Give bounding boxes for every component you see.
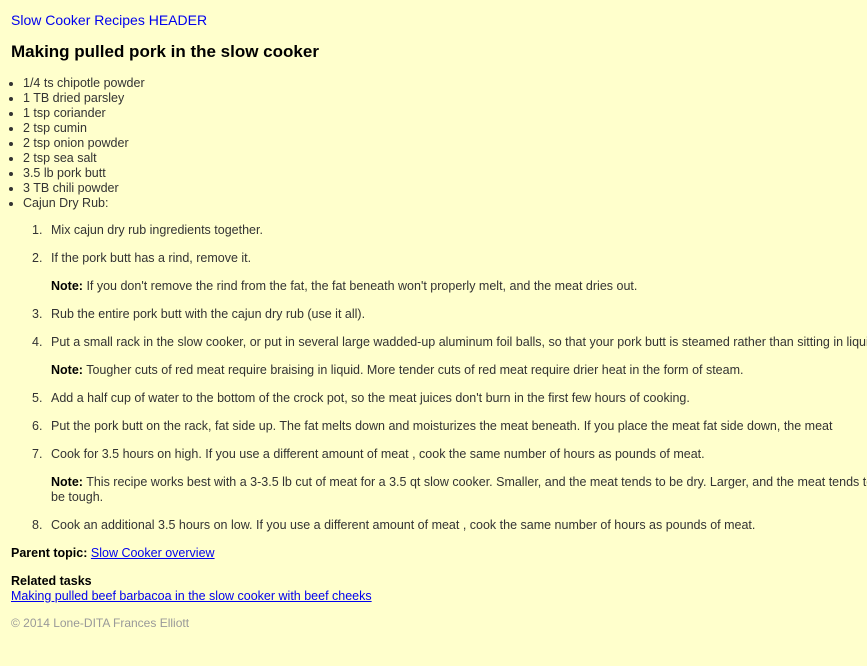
step-item: 6. Put the pork butt on the rack, fat si… [11, 419, 867, 434]
step-number: 2. [32, 251, 43, 265]
step-item: 2. If the pork butt has a rind, remove i… [11, 251, 867, 294]
step-number: 6. [32, 419, 43, 433]
step-note: Note: Tougher cuts of red meat require b… [51, 363, 867, 378]
related-tasks-label: Related tasks [11, 574, 92, 588]
step-note: Note: If you don't remove the rind from … [51, 279, 867, 294]
step-item: 4. Put a small rack in the slow cooker, … [11, 335, 867, 378]
step-text: Cook for 3.5 hours on high. If you use a… [51, 447, 705, 461]
step-text: Put a small rack in the slow cooker, or … [51, 335, 867, 349]
header-link[interactable]: Slow Cooker Recipes HEADER [11, 12, 867, 28]
step-item: 5. Add a half cup of water to the bottom… [11, 391, 867, 406]
step-text: If the pork butt has a rind, remove it. [51, 251, 252, 265]
ingredient-item: Cajun Dry Rub: [23, 196, 867, 211]
note-text: Tougher cuts of red meat require braisin… [86, 363, 744, 377]
steps-list: 1. Mix cajun dry rub ingredients togethe… [11, 223, 867, 533]
step-item: 8. Cook an additional 3.5 hours on low. … [11, 518, 867, 533]
ingredient-item: 1 tsp coriander [23, 106, 867, 121]
ingredient-item: 3 TB chili powder [23, 181, 867, 196]
step-number: 3. [32, 307, 43, 321]
parent-topic-label: Parent topic: [11, 546, 88, 560]
ingredient-item: 3.5 lb pork butt [23, 166, 867, 181]
step-note: Note: This recipe works best with a 3-3.… [51, 475, 867, 505]
step-text: Rub the entire pork butt with the cajun … [51, 307, 366, 321]
parent-topic-link[interactable]: Slow Cooker overview [91, 546, 215, 560]
step-item: 7. Cook for 3.5 hours on high. If you us… [11, 447, 867, 505]
step-item: 3. Rub the entire pork butt with the caj… [11, 307, 867, 322]
ingredient-item: 2 tsp sea salt [23, 151, 867, 166]
step-number: 4. [32, 335, 43, 349]
page-content: Slow Cooker Recipes HEADER Making pulled… [11, 12, 867, 630]
step-number: 1. [32, 223, 43, 237]
ingredient-item: 1 TB dried parsley [23, 91, 867, 106]
ingredients-list: 1/4 ts chipotle powder 1 TB dried parsle… [11, 76, 867, 211]
step-text: Cook an additional 3.5 hours on low. If … [51, 518, 756, 532]
step-number: 5. [32, 391, 43, 405]
step-text: Put the pork butt on the rack, fat side … [51, 419, 833, 433]
note-text: If you don't remove the rind from the fa… [86, 279, 638, 293]
step-number: 8. [32, 518, 43, 532]
ingredient-item: 2 tsp cumin [23, 121, 867, 136]
parent-topic: Parent topic: Slow Cooker overview [11, 546, 867, 561]
related-task-link[interactable]: Making pulled beef barbacoa in the slow … [11, 589, 372, 603]
step-number: 7. [32, 447, 43, 461]
page-title: Making pulled pork in the slow cooker [11, 42, 319, 61]
step-text: Mix cajun dry rub ingredients together. [51, 223, 263, 237]
note-label: Note: [51, 279, 83, 293]
related-tasks: Related tasks Making pulled beef barbaco… [11, 574, 867, 604]
step-item: 1. Mix cajun dry rub ingredients togethe… [11, 223, 867, 238]
note-label: Note: [51, 475, 83, 489]
ingredient-item: 2 tsp onion powder [23, 136, 867, 151]
ingredient-item: 1/4 ts chipotle powder [23, 76, 867, 91]
copyright: © 2014 Lone-DITA Frances Elliott [11, 616, 190, 630]
note-label: Note: [51, 363, 83, 377]
step-text: Add a half cup of water to the bottom of… [51, 391, 690, 405]
note-text: This recipe works best with a 3-3.5 lb c… [51, 475, 867, 504]
